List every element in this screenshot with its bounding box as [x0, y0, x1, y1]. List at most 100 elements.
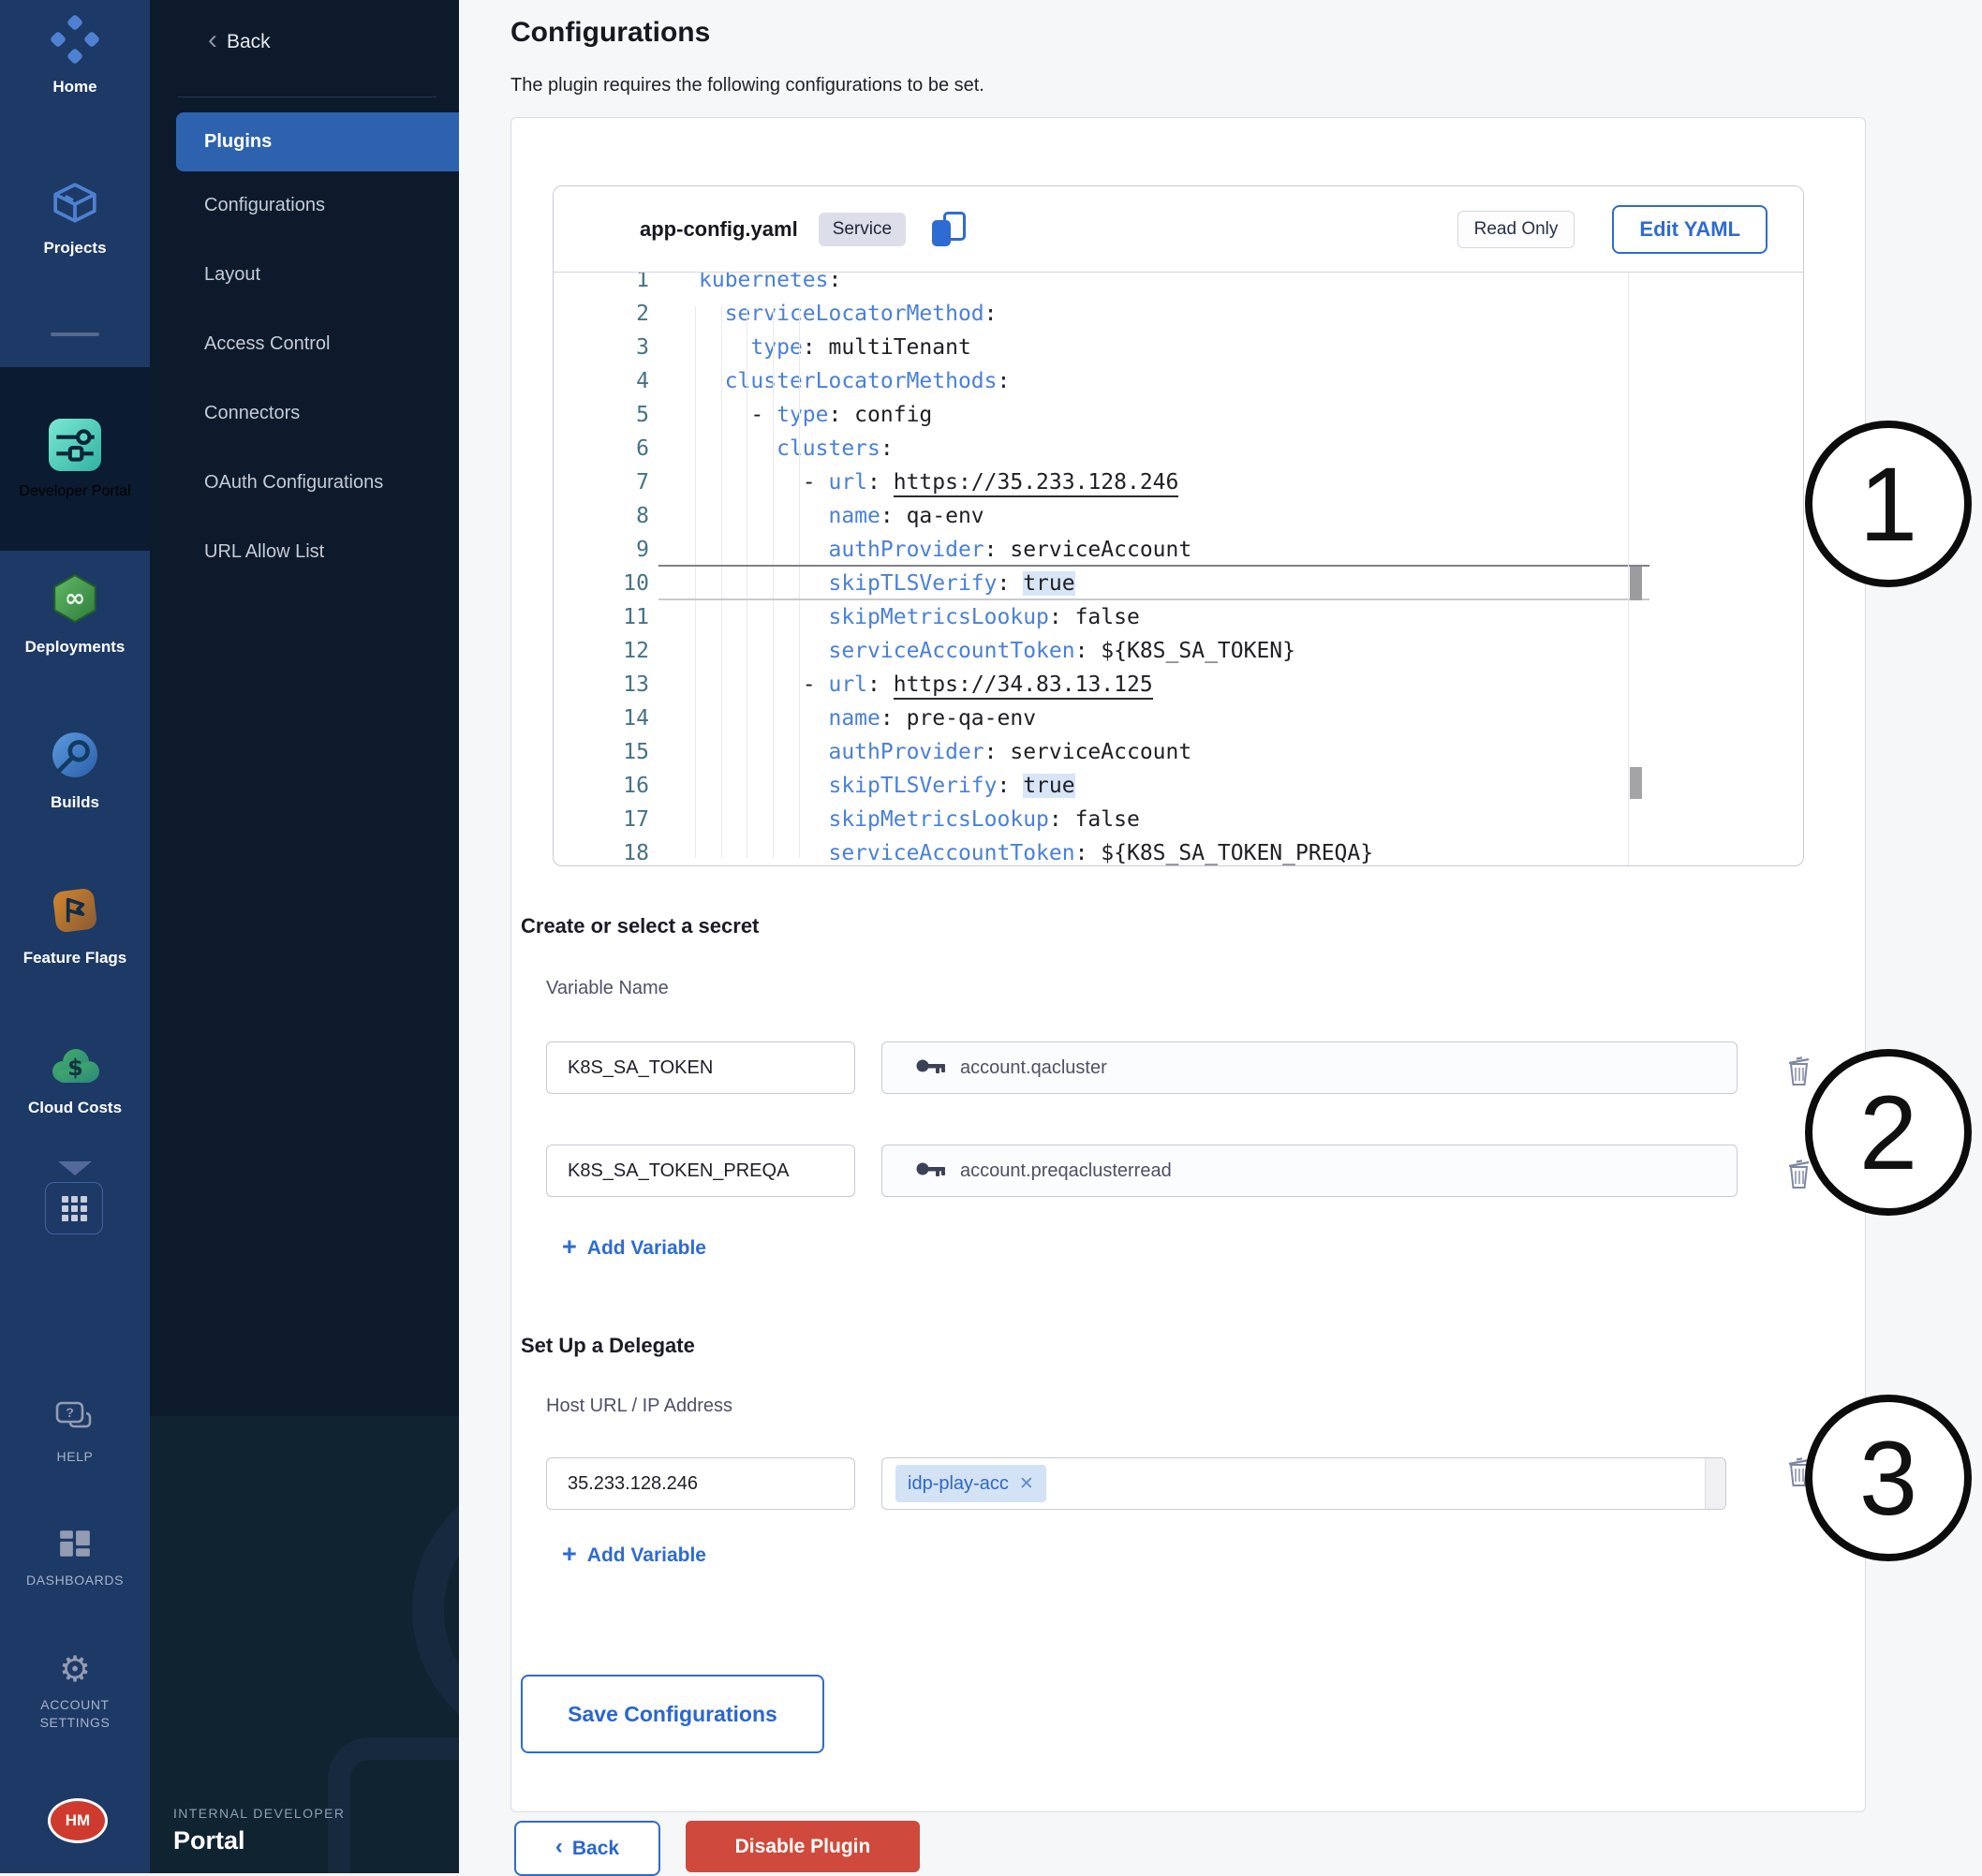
page-title: Configurations [510, 17, 710, 49]
code-line: 4 clusterLocatorMethods: [554, 364, 1803, 398]
sidebar-item-plugins[interactable]: Plugins [176, 112, 459, 171]
feature-flags-icon [51, 886, 99, 939]
copy-icon[interactable] [930, 210, 966, 249]
rail-collapse-chevron-icon[interactable] [58, 1161, 92, 1175]
svg-text:?: ? [66, 1405, 74, 1420]
rail-item-label: ACCOUNT SETTINGS [20, 1696, 130, 1732]
rail-item-label: Developer Portal [19, 483, 130, 500]
rail-item-label: Home [52, 77, 96, 98]
sidebar-footer-kicker: INTERNAL DEVELOPER [173, 1806, 345, 1821]
delegate-tag-chip[interactable]: idp-play-acc ✕ [895, 1465, 1046, 1502]
rail-item-deployments[interactable]: ∞ Deployments [0, 573, 150, 658]
remove-tag-icon[interactable]: ✕ [1019, 1475, 1034, 1493]
plus-icon: + [562, 1234, 577, 1260]
rail-item-feature-flags[interactable]: Feature Flags [0, 886, 150, 969]
edit-yaml-button[interactable]: Edit YAML [1612, 205, 1768, 254]
editor-scroll-marker[interactable] [1630, 767, 1642, 799]
page-subtitle: The plugin requires the following config… [510, 75, 984, 96]
rail-item-label: Cloud Costs [28, 1098, 122, 1119]
rail-divider [51, 332, 99, 336]
yaml-filename: app-config.yaml [640, 217, 798, 242]
dashboards-icon [58, 1529, 92, 1563]
code-line: 6 clusters: [554, 432, 1803, 465]
sidebar-item-layout[interactable]: Layout [204, 264, 260, 286]
grid-icon [62, 1196, 87, 1221]
sidebar-item-url-allow-list[interactable]: URL Allow List [204, 541, 324, 563]
gear-icon: ⚙ [59, 1652, 91, 1688]
rail-item-cloud-costs[interactable]: $ Cloud Costs [0, 1047, 150, 1119]
rail-item-label: HELP [57, 1448, 94, 1466]
cloud-costs-icon: $ [49, 1047, 101, 1089]
code-line: 15 authProvider: serviceAccount [554, 735, 1803, 769]
home-icon [51, 15, 99, 68]
rail-item-dashboards[interactable]: DASHBOARDS [0, 1529, 150, 1589]
rail-item-builds[interactable]: Builds [0, 731, 150, 814]
annotation-circle-2: 2 [1805, 1049, 1972, 1216]
host-url-label: Host URL / IP Address [546, 1396, 732, 1417]
sidebar-divider [178, 96, 436, 97]
code-lines: 1kubernetes:2 serviceLocatorMethod:3 typ… [554, 273, 1803, 865]
variable-name-input[interactable] [546, 1145, 855, 1197]
rail-item-label: Feature Flags [23, 948, 127, 969]
add-variable-label: Add Variable [587, 1544, 706, 1567]
save-configurations-button[interactable]: Save Configurations [521, 1675, 824, 1753]
code-line: 11 skipMetricsLookup: false [554, 600, 1803, 634]
rail-item-label: Deployments [25, 637, 126, 658]
rail-item-label: Projects [43, 238, 106, 259]
code-line: 14 name: pre-qa-env [554, 702, 1803, 735]
variable-name-label: Variable Name [546, 978, 669, 999]
secret-select-field[interactable]: account.qacluster [881, 1041, 1738, 1094]
editor-scroll-marker[interactable] [1630, 567, 1642, 600]
rail-item-developer-portal[interactable]: Developer Portal [0, 367, 150, 551]
decorative-square [328, 1737, 459, 1873]
delegate-section-heading: Set Up a Delegate [521, 1334, 695, 1358]
plus-icon: + [562, 1542, 577, 1567]
key-icon [916, 1057, 946, 1079]
module-grid-button[interactable] [45, 1182, 103, 1234]
yaml-code-area: 1kubernetes:2 serviceLocatorMethod:3 typ… [554, 273, 1803, 865]
code-line: 12 serviceAccountToken: ${K8S_SA_TOKEN} [554, 634, 1803, 668]
annotation-circle-3: 3 [1805, 1395, 1972, 1561]
yaml-editor-card: app-config.yaml Service Read Only Edit Y… [553, 185, 1804, 866]
variable-name-input[interactable] [546, 1041, 855, 1094]
back-button[interactable]: ‹ Back [514, 1821, 660, 1876]
rail-item-label: Builds [51, 792, 99, 814]
indent-guide [773, 306, 774, 858]
tag-field-scrollbar[interactable] [1705, 1458, 1725, 1509]
code-line: 17 skipMetricsLookup: false [554, 803, 1803, 836]
sidebar-item-access-control[interactable]: Access Control [204, 333, 331, 355]
code-line: 5 - type: config [554, 398, 1803, 432]
tag-label: idp-play-acc [908, 1473, 1009, 1495]
rail-item-home[interactable]: Home [0, 15, 150, 98]
rail-item-projects[interactable]: Projects [0, 182, 150, 259]
back-nav[interactable]: ‹ Back [208, 30, 271, 54]
indent-guide [695, 306, 696, 858]
rail-item-account-settings[interactable]: ⚙ ACCOUNT SETTINGS [0, 1652, 150, 1732]
sidebar-item-oauth-configurations[interactable]: OAuth Configurations [204, 472, 383, 494]
code-line: 8 name: qa-env [554, 499, 1803, 533]
host-url-input[interactable] [546, 1457, 855, 1510]
secrets-section-heading: Create or select a secret [521, 914, 759, 938]
rail-item-label: DASHBOARDS [26, 1572, 124, 1589]
delegate-tags-field[interactable]: idp-play-acc ✕ [881, 1457, 1726, 1510]
yaml-editor-header: app-config.yaml Service Read Only Edit Y… [554, 186, 1803, 273]
add-variable-link[interactable]: + Add Variable [562, 1544, 706, 1567]
add-variable-link[interactable]: + Add Variable [562, 1236, 706, 1260]
sidebar-item-configurations[interactable]: Configurations [204, 195, 325, 216]
user-avatar[interactable]: HM [48, 1798, 108, 1843]
module-rail: Home Projects Developer Portal [0, 0, 150, 1873]
secret-select-field[interactable]: account.preqaclusterread [881, 1145, 1738, 1197]
read-only-badge: Read Only [1457, 211, 1575, 248]
sidebar-item-connectors[interactable]: Connectors [204, 403, 300, 424]
code-line: 13 - url: https://34.83.13.125 [554, 668, 1803, 702]
code-line: 2 serviceLocatorMethod: [554, 297, 1803, 331]
add-variable-label: Add Variable [587, 1237, 706, 1260]
chevron-left-icon: ‹ [208, 26, 217, 54]
rail-item-help[interactable]: ? HELP [0, 1401, 150, 1466]
disable-plugin-button[interactable]: Disable Plugin [686, 1821, 920, 1872]
secret-value: account.preqaclusterread [960, 1160, 1172, 1182]
indent-guide [721, 306, 722, 858]
chevron-left-icon: ‹ [555, 1834, 563, 1860]
code-line: 10 skipTLSVerify: true [554, 567, 1803, 600]
delete-variable-button[interactable] [1785, 1055, 1815, 1088]
